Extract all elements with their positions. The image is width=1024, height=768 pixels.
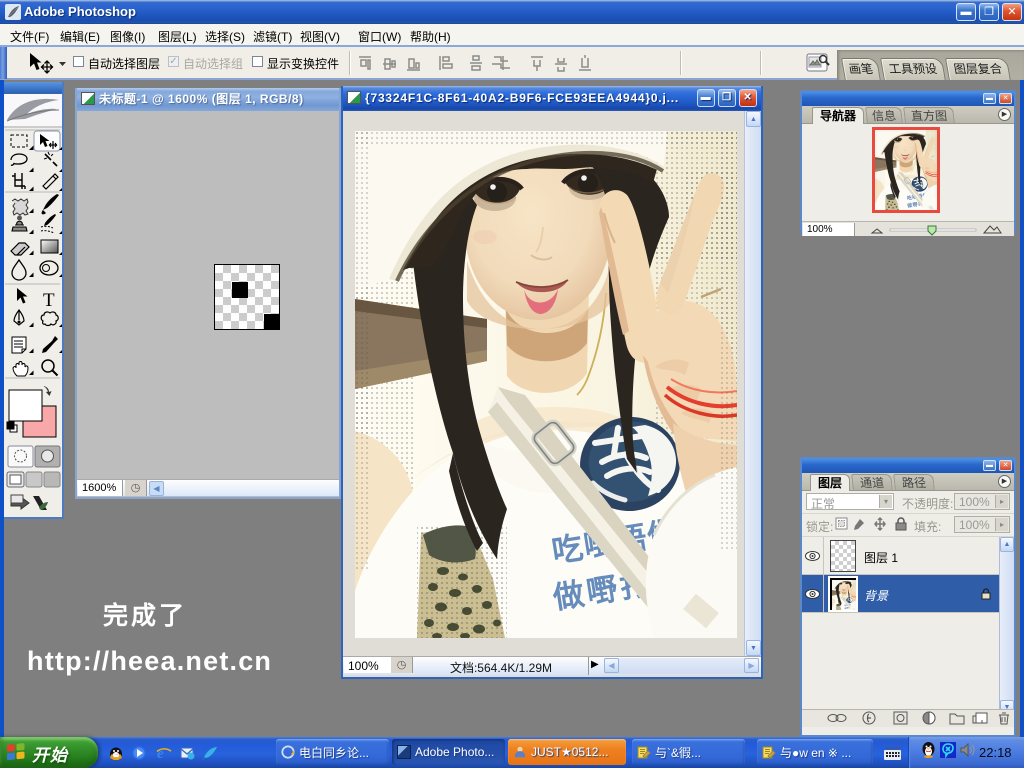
svg-text:T: T bbox=[43, 290, 55, 311]
